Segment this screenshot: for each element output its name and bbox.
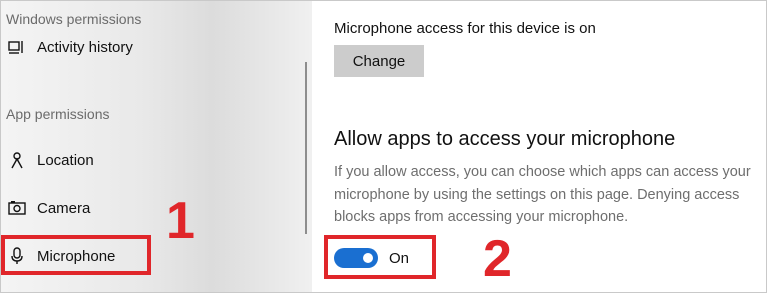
- window-border: [0, 0, 767, 293]
